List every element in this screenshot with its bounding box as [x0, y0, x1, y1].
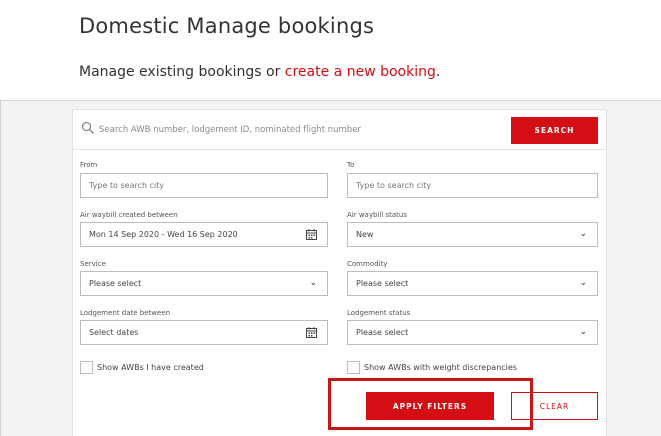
to-placeholder: Type to search city	[356, 181, 432, 190]
lodgement-status-label: Lodgement status	[347, 309, 411, 317]
calendar-icon	[306, 327, 317, 338]
awb-created-label: Air waybill created between	[80, 211, 178, 219]
awb-created-value: Mon 14 Sep 2020 - Wed 16 Sep 2020	[89, 230, 238, 239]
awb-status-select[interactable]: New ⌄	[347, 222, 598, 247]
lodgement-status-select[interactable]: Please select ⌄	[347, 320, 598, 345]
commodity-value: Please select	[356, 279, 409, 288]
page-header: Domestic Manage bookings Manage existing…	[0, 0, 661, 101]
from-input[interactable]: Type to search city	[80, 173, 328, 198]
service-label: Service	[80, 260, 106, 268]
awb-status-label: Air waybill status	[347, 211, 408, 219]
show-weight-discrepancies-label: Show AWBs with weight discrepancies	[364, 363, 517, 372]
calendar-icon	[306, 229, 317, 240]
search-button[interactable]: SEARCH	[511, 117, 598, 144]
page-subtitle: Manage existing bookings or create a new…	[79, 64, 440, 80]
show-weight-discrepancies-checkbox[interactable]	[347, 361, 360, 374]
awb-status-value: New	[356, 230, 374, 239]
from-label: From	[80, 161, 98, 169]
subtitle-text: Manage existing bookings or	[79, 64, 285, 80]
from-placeholder: Type to search city	[89, 181, 165, 190]
service-value: Please select	[89, 279, 142, 288]
chevron-down-icon: ⌄	[579, 229, 587, 239]
service-select[interactable]: Please select ⌄	[80, 271, 328, 296]
create-booking-link[interactable]: create a new booking	[285, 64, 436, 80]
search-input[interactable]	[99, 121, 499, 139]
lodgement-date-value: Select dates	[89, 328, 139, 337]
lodgement-status-value: Please select	[356, 328, 409, 337]
search-row: SEARCH	[73, 110, 606, 150]
to-label: To	[347, 161, 355, 169]
chevron-down-icon: ⌄	[579, 278, 587, 288]
lodgement-date-label: Lodgement date between	[80, 309, 171, 317]
search-icon	[81, 121, 94, 134]
highlight-box	[328, 378, 533, 430]
lodgement-date-range[interactable]: Select dates	[80, 320, 328, 345]
show-my-awbs-label: Show AWBs I have created	[97, 363, 204, 372]
commodity-label: Commodity	[347, 260, 388, 268]
chevron-down-icon: ⌄	[309, 278, 317, 288]
commodity-select[interactable]: Please select ⌄	[347, 271, 598, 296]
page-title: Domestic Manage bookings	[79, 14, 375, 38]
chevron-down-icon: ⌄	[579, 327, 587, 337]
show-my-awbs-checkbox[interactable]	[80, 361, 93, 374]
to-input[interactable]: Type to search city	[347, 173, 598, 198]
awb-created-date-range[interactable]: Mon 14 Sep 2020 - Wed 16 Sep 2020	[80, 222, 328, 247]
subtitle-period: .	[435, 64, 441, 80]
